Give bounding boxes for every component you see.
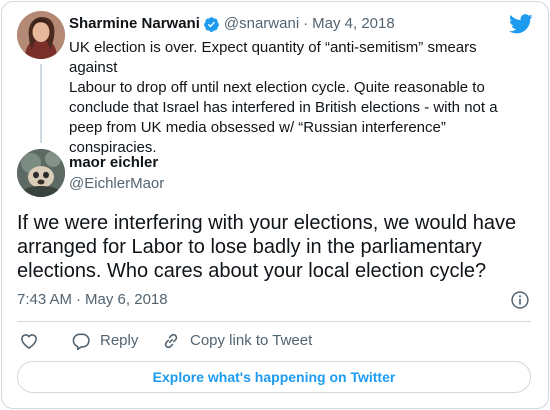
reply-button[interactable]: Reply bbox=[71, 331, 138, 351]
parent-avatar[interactable] bbox=[17, 11, 65, 59]
main-text-line: If we were interfering with your electio… bbox=[17, 212, 517, 234]
main-tweet-text: If we were interfering with your electio… bbox=[17, 211, 537, 283]
parent-tweet-header: Sharmine Narwani @snarwani · May 4, 2018 bbox=[69, 14, 395, 34]
link-icon bbox=[164, 333, 178, 349]
timestamp-separator: · bbox=[76, 291, 82, 308]
parent-author-handle[interactable]: @snarwani bbox=[224, 14, 299, 34]
twitter-bird-icon[interactable] bbox=[509, 14, 533, 34]
thread-connector-line bbox=[40, 64, 42, 143]
parent-author-name[interactable]: Sharmine Narwani bbox=[69, 14, 200, 34]
tweet-date[interactable]: May 6, 2018 bbox=[85, 290, 168, 310]
verified-badge-icon bbox=[203, 16, 219, 32]
parent-tweet-date[interactable]: May 4, 2018 bbox=[312, 14, 395, 34]
main-text-line: arranged for Labor to lose badly in the … bbox=[17, 236, 482, 258]
header-separator: · bbox=[303, 15, 309, 32]
parent-text-line: Labour to drop off until next election c… bbox=[69, 79, 485, 96]
like-button[interactable] bbox=[19, 331, 39, 351]
parent-text-line: conclude that Israel has interfered in B… bbox=[69, 99, 498, 116]
copy-link-button[interactable]: Copy link to Tweet bbox=[161, 331, 312, 351]
parent-tweet-text: UK election is over. Expect quantity of … bbox=[69, 38, 511, 158]
main-text-line: elections. Who cares about your local el… bbox=[17, 260, 487, 282]
explore-twitter-button[interactable]: Explore what's happening on Twitter bbox=[17, 361, 531, 393]
main-avatar[interactable] bbox=[17, 149, 65, 197]
tweet-actions-bar: Reply Copy link to Tweet bbox=[17, 331, 531, 351]
reply-label: Reply bbox=[100, 332, 139, 349]
main-author-handle[interactable]: @EichlerMaor bbox=[69, 174, 164, 194]
parent-text-line: peep from UK media obsessed w/ “Russian … bbox=[69, 119, 446, 136]
heart-icon bbox=[21, 334, 37, 349]
copy-link-label: Copy link to Tweet bbox=[190, 332, 313, 349]
parent-text-line: UK election is over. Expect quantity of … bbox=[69, 39, 477, 76]
tweet-timestamp[interactable]: 7:43 AM · May 6, 2018 bbox=[17, 290, 168, 310]
divider bbox=[17, 321, 531, 322]
speech-bubble-icon bbox=[72, 333, 90, 351]
tweet-time[interactable]: 7:43 AM bbox=[17, 290, 72, 310]
info-icon[interactable] bbox=[510, 290, 530, 310]
main-author-name[interactable]: maor eichler bbox=[69, 153, 158, 173]
